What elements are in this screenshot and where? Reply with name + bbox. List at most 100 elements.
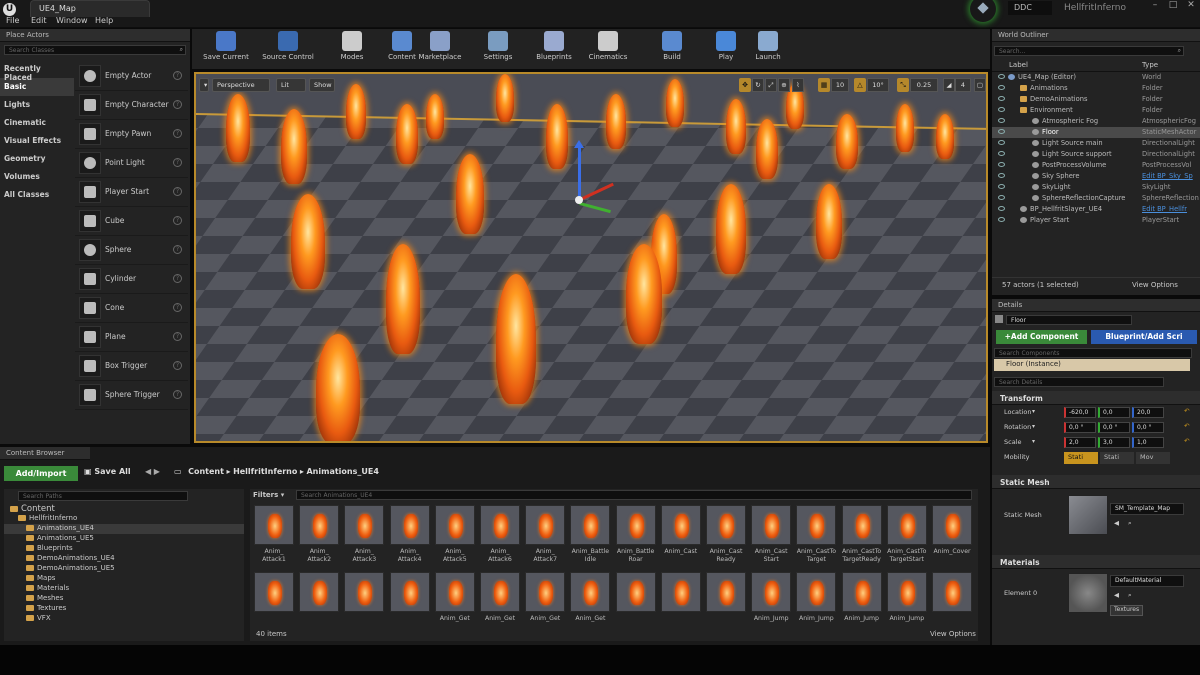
scale-snap-value[interactable]: 0.25 — [910, 78, 938, 92]
static-mesh-picker[interactable]: SM_Template_Map — [1110, 503, 1184, 515]
material-picker[interactable]: DefaultMaterial — [1110, 575, 1184, 587]
actor-figure[interactable] — [291, 194, 325, 289]
actor-figure[interactable] — [756, 119, 778, 179]
asset-thumbnail[interactable] — [841, 505, 882, 545]
scale-y-field[interactable]: 3,0 — [1098, 437, 1130, 448]
actor-figure[interactable] — [836, 114, 858, 169]
gizmo-center[interactable] — [575, 196, 583, 204]
label-column-header[interactable]: Label — [1009, 61, 1028, 69]
asset-thumbnail[interactable] — [344, 572, 385, 612]
actor-figure[interactable] — [546, 104, 568, 169]
search-classes-input[interactable]: Search Classes ⌕ — [4, 45, 186, 55]
details-tab[interactable]: Details — [992, 299, 1200, 312]
place-actors-tab[interactable]: Place Actors — [0, 29, 190, 42]
actor-figure[interactable] — [726, 99, 746, 154]
help-icon[interactable]: ? — [173, 245, 182, 254]
use-selected-material-icon[interactable]: ◀ — [1114, 591, 1119, 599]
build-button[interactable]: Build — [644, 29, 700, 69]
asset-thumbnail[interactable] — [706, 572, 746, 612]
outliner-row[interactable]: DemoAnimations Folder — [992, 94, 1200, 105]
maximize-viewport-icon[interactable]: ▢ — [974, 78, 986, 92]
outliner-search-input[interactable]: Search... ⌕ — [994, 46, 1184, 56]
breadcrumb-2[interactable]: Animations_UE4 — [306, 467, 378, 476]
show-button[interactable]: Show — [309, 78, 335, 92]
asset-thumbnail[interactable] — [480, 572, 520, 612]
help-icon[interactable]: ? — [173, 361, 182, 370]
visibility-eye-icon[interactable] — [998, 107, 1005, 112]
content-view-options[interactable]: View Options — [930, 630, 976, 638]
translate-mode-icon[interactable]: ✥ — [739, 78, 751, 92]
help-icon[interactable]: ? — [173, 274, 182, 283]
folder-tree-item[interactable]: Animations_UE5 — [4, 534, 244, 544]
actor-figure[interactable] — [226, 94, 250, 162]
actor-figure[interactable] — [316, 334, 360, 441]
outliner-row-type[interactable]: Edit BP_Hellfr — [1142, 205, 1200, 213]
world-outliner-tab[interactable]: World Outliner — [992, 29, 1200, 42]
help-icon[interactable]: ? — [173, 158, 182, 167]
folder-tree-item[interactable]: Animations_UE4 — [4, 524, 244, 534]
asset-thumbnail[interactable] — [841, 572, 882, 612]
source-control-button[interactable]: Source Control — [260, 29, 316, 69]
help-icon[interactable]: ? — [173, 100, 182, 109]
static-mesh-section[interactable]: Static Mesh — [992, 475, 1200, 489]
asset-thumbnail[interactable] — [932, 572, 972, 612]
unreal-logo-icon[interactable]: U — [3, 3, 16, 16]
actor-cone[interactable]: Cone? — [75, 294, 188, 323]
actor-cube[interactable]: Cube? — [75, 207, 188, 236]
actor-figure[interactable] — [281, 109, 307, 184]
asset-thumbnail[interactable] — [254, 505, 294, 545]
folder-tree-item[interactable]: HellfritInferno — [4, 514, 244, 524]
asset-thumbnail[interactable] — [751, 505, 792, 545]
use-selected-icon[interactable]: ◀ — [1114, 519, 1119, 527]
asset-thumbnail[interactable] — [706, 505, 746, 545]
visibility-eye-icon[interactable] — [998, 195, 1005, 200]
outliner-row[interactable]: Animations Folder — [992, 83, 1200, 94]
rotate-mode-icon[interactable]: ↻ — [752, 78, 764, 92]
folder-tree-item[interactable]: DemoAnimations_UE5 — [4, 564, 244, 574]
outliner-row-type[interactable]: Edit BP_Sky_Sp — [1142, 172, 1200, 180]
actor-player-start[interactable]: Player Start? — [75, 178, 188, 207]
help-icon[interactable]: ? — [173, 303, 182, 312]
outliner-row[interactable]: Light Source main DirectionalLight — [992, 138, 1200, 149]
actor-figure[interactable] — [396, 104, 418, 164]
maximize-icon[interactable]: □ — [1164, 0, 1182, 12]
visibility-eye-icon[interactable] — [998, 173, 1005, 178]
back-forward-icon[interactable]: ◀ ▶ — [145, 467, 160, 476]
breadcrumb-1[interactable]: HellfritInferno — [233, 467, 297, 476]
search-assets-input[interactable]: Search Animations_UE4 — [296, 490, 972, 500]
folder-tree-item[interactable]: VFX — [4, 614, 244, 624]
asset-thumbnail[interactable] — [932, 505, 972, 545]
viewport-options-button[interactable]: ▾ — [199, 78, 209, 92]
minimize-icon[interactable]: – — [1146, 0, 1164, 12]
scale-mode-icon[interactable]: ⤢ — [765, 78, 777, 92]
reset-arrow-icon[interactable]: ↶ — [1184, 437, 1189, 445]
outliner-row[interactable]: Sky Sphere Edit BP_Sky_Sp — [992, 171, 1200, 182]
visibility-eye-icon[interactable] — [998, 151, 1005, 156]
outliner-row[interactable]: PostProcessVolume PostProcessVol — [992, 160, 1200, 171]
filters-button[interactable]: Filters ▾ — [253, 491, 284, 499]
category-all-classes[interactable]: All Classes — [0, 186, 74, 204]
actor-figure[interactable] — [936, 114, 954, 159]
outliner-view-options[interactable]: View Options — [1132, 281, 1178, 289]
actor-figure[interactable] — [606, 94, 626, 149]
actor-sphere-trigger[interactable]: Sphere Trigger? — [75, 381, 188, 410]
asset-thumbnail[interactable] — [570, 505, 611, 545]
asset-thumbnail[interactable] — [886, 505, 927, 545]
actor-empty-actor[interactable]: Empty Actor? — [75, 62, 188, 91]
visibility-eye-icon[interactable] — [998, 162, 1005, 167]
materials-section[interactable]: Materials — [992, 555, 1200, 569]
grid-snap-value[interactable]: 10 — [831, 78, 849, 92]
cinematics-button[interactable]: Cinematics — [580, 29, 636, 69]
visibility-eye-icon[interactable] — [998, 74, 1005, 79]
visibility-eye-icon[interactable] — [998, 129, 1005, 134]
actor-empty-character[interactable]: Empty Character? — [75, 91, 188, 120]
folder-tree-item[interactable]: Blueprints — [4, 544, 244, 554]
scale-x-field[interactable]: 2,0 — [1064, 437, 1096, 448]
mobility-static-option[interactable]: Stati — [1064, 452, 1098, 464]
asset-thumbnail[interactable] — [886, 572, 927, 612]
asset-thumbnail[interactable] — [796, 505, 837, 545]
outliner-row[interactable]: SkyLight SkyLight — [992, 182, 1200, 193]
outliner-row[interactable]: Light Source support DirectionalLight — [992, 149, 1200, 160]
visibility-eye-icon[interactable] — [998, 118, 1005, 123]
actor-empty-pawn[interactable]: Empty Pawn? — [75, 120, 188, 149]
